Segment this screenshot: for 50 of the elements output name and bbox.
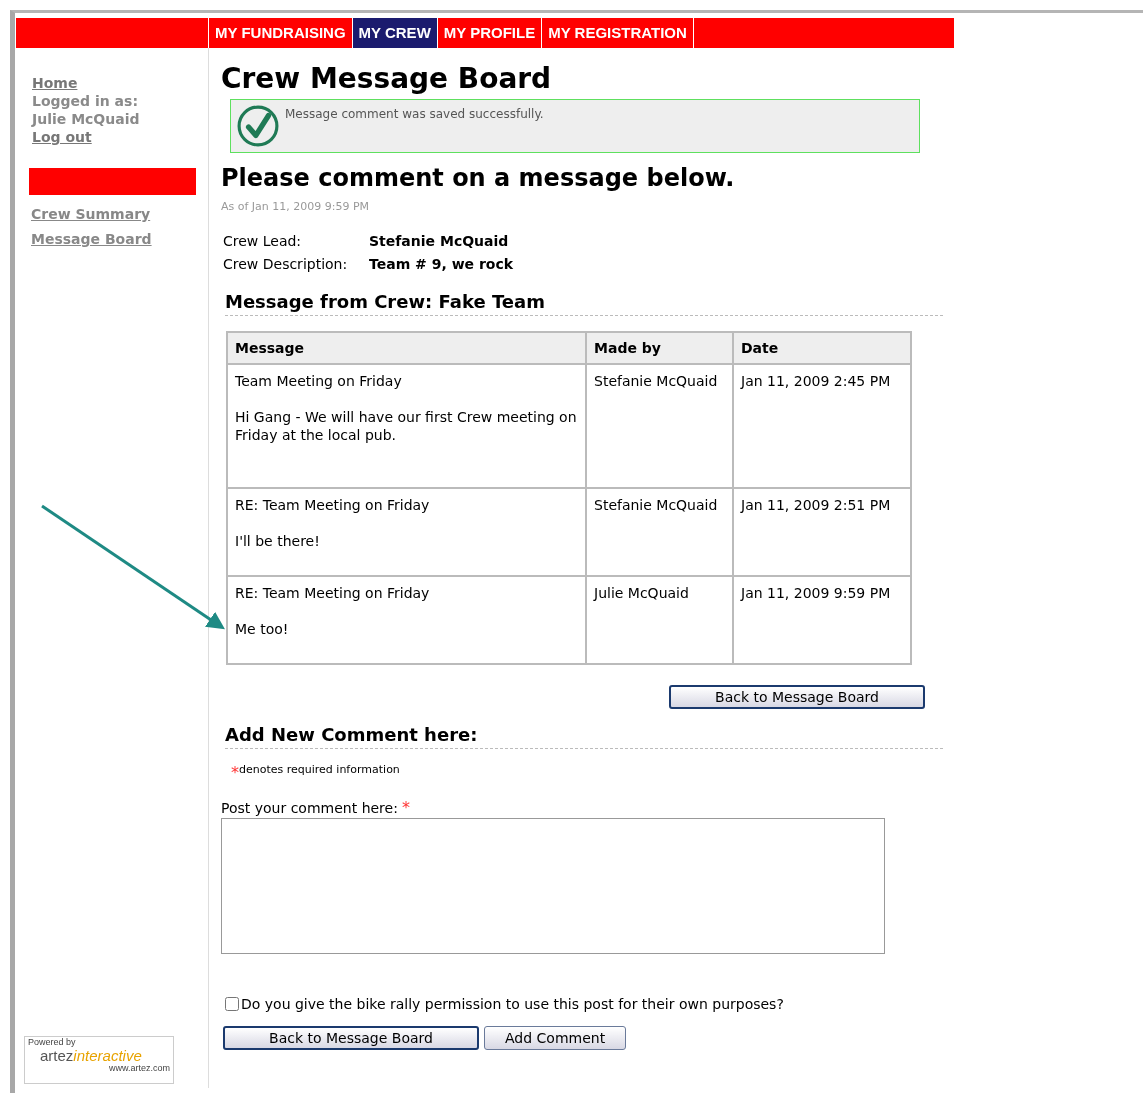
logout-link[interactable]: Log out [32, 128, 208, 146]
permission-checkbox[interactable] [225, 997, 239, 1011]
nav-tab[interactable]: MY CREW [352, 18, 438, 48]
nav-tab[interactable]: MY PROFILE [437, 18, 543, 48]
table-cell: Jan 11, 2009 9:59 PM [733, 576, 911, 664]
sidebar-link[interactable]: Message Board [31, 227, 208, 252]
detail-value: Team # 9, we rock [369, 255, 515, 274]
table-cell: Jan 11, 2009 2:45 PM [733, 364, 911, 488]
message-body: Hi Gang - We will have our first Crew meeting on Friday at the local pub. [235, 408, 578, 444]
table-cell: Jan 11, 2009 2:51 PM [733, 488, 911, 576]
required-mark: * [401, 798, 410, 817]
detail-label: Crew Lead: [223, 232, 303, 251]
nav-tab[interactable]: MY REGISTRATION [542, 18, 694, 48]
table-cell: Stefanie McQuaid [586, 364, 733, 488]
page-title: Crew Message Board [221, 62, 553, 95]
message-body: I'll be there! [235, 532, 321, 550]
section-heading: Add New Comment here: [225, 724, 943, 749]
message-subject: Team Meeting on Friday [235, 372, 403, 390]
detail-label: Crew Description: [223, 255, 349, 274]
message-body: Me too! [235, 620, 290, 638]
back-button[interactable]: Back to Message Board [669, 685, 925, 709]
column-header: Message [227, 332, 586, 364]
comment-field[interactable] [221, 818, 885, 954]
nav-tab[interactable]: MY FUNDRAISING [209, 18, 353, 48]
timestamp: As of Jan 11, 2009 9:59 PM [221, 200, 371, 213]
message-subject: RE: Team Meeting on Friday [235, 496, 431, 514]
column-header: Date [733, 332, 911, 364]
sidebar-link[interactable]: Crew Summary [31, 202, 208, 227]
logo-wordmark: artezinteractive [39, 1048, 143, 1063]
column-header: Made by [586, 332, 733, 364]
required-mark: * [231, 763, 239, 782]
detail-value: Stefanie McQuaid [369, 232, 510, 251]
required-note: denotes required information [239, 763, 400, 776]
back-button[interactable]: Back to Message Board [223, 1026, 479, 1050]
table-cell: Julie McQuaid [586, 576, 733, 664]
home-link[interactable]: Home [32, 74, 208, 92]
message-subject: RE: Team Meeting on Friday [235, 584, 431, 602]
user-name: Julie McQuaid [32, 110, 141, 128]
section-heading: Message from Crew: Fake Team [225, 291, 943, 316]
logged-in-label: Logged in as: [32, 92, 139, 110]
powered-by-logo[interactable]: Powered by artezinteractive www.artez.com [24, 1036, 174, 1084]
table-cell: Stefanie McQuaid [586, 488, 733, 576]
logo-url: www.artez.com [108, 1063, 171, 1074]
section-title: Please comment on a message below. [221, 164, 736, 192]
logo-caption: Powered by [28, 1037, 77, 1048]
add-comment-button[interactable]: Add Comment [484, 1026, 627, 1050]
field-label: Post your comment here: [221, 800, 398, 816]
notice-text: Message comment was saved successfully. [285, 107, 544, 121]
checkbox-label: Do you give the bike rally permission to use this post for their own purposes? [241, 996, 784, 1012]
checkmark-icon [237, 105, 279, 147]
